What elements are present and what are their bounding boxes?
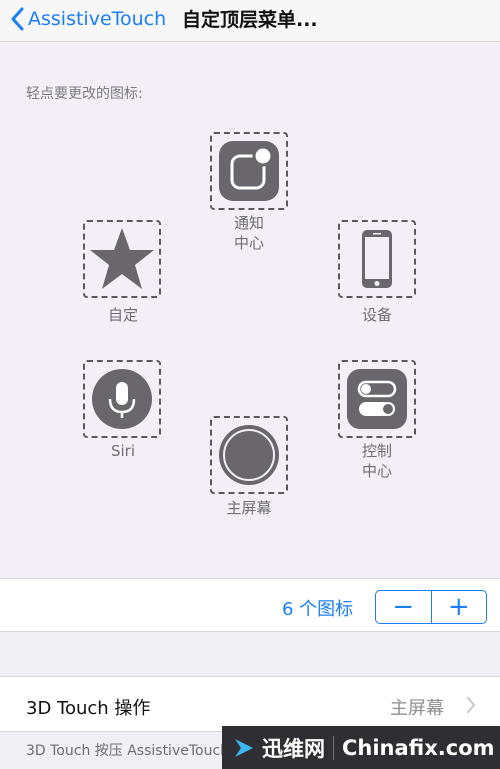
slot-label-notification-center: 通知 中心 <box>233 214 264 252</box>
watermark-site: Chinafix.com <box>342 735 495 760</box>
slot-label-device: 设备 <box>361 306 392 324</box>
slot-notification-center[interactable] <box>210 132 288 210</box>
notification-center-icon <box>219 141 279 201</box>
device-icon <box>362 230 392 288</box>
slot-custom[interactable] <box>83 220 161 298</box>
slot-label-home: 主屏幕 <box>226 499 272 517</box>
icon-count-stepper: − + <box>375 590 487 624</box>
slot-label-control-center: 控制 中心 <box>361 442 392 480</box>
watermark-brand: 迅维网 <box>262 736 325 761</box>
slot-device[interactable] <box>338 220 416 298</box>
brand-logo-icon <box>235 738 253 757</box>
footnote: 3D Touch 按压 AssistiveTouch <box>26 743 230 759</box>
control-center-icon <box>347 369 407 429</box>
editor-hint: 轻点要更改的图标: <box>26 86 143 102</box>
increment-button[interactable]: + <box>430 591 487 623</box>
back-label: AssistiveTouch <box>28 8 167 30</box>
icon-count-label: 6 个图标 <box>282 599 354 620</box>
slot-label-custom: 自定 <box>107 306 138 324</box>
icon-count-row: 6 个图标 − + <box>0 578 500 632</box>
watermark: 迅维网 Chinafix.com <box>222 726 500 769</box>
slot-control-center[interactable] <box>338 360 416 438</box>
watermark-separator <box>333 735 334 760</box>
back-button[interactable]: AssistiveTouch <box>10 3 166 35</box>
slot-home[interactable] <box>210 416 288 494</box>
icon-editor-panel: 轻点要更改的图标: 通知 中心 设备 自定 控制 中心 Siri 主屏幕 <box>0 43 500 578</box>
slot-siri[interactable] <box>83 360 161 438</box>
slot-label-siri: Siri <box>110 442 136 460</box>
3d-touch-label: 3D Touch 操作 <box>26 698 151 719</box>
chevron-right-icon <box>467 697 475 713</box>
page-title: 自定顶层菜单... <box>182 9 318 31</box>
3d-touch-action-row[interactable]: 3D Touch 操作 主屏幕 <box>0 676 500 732</box>
star-icon <box>90 228 154 289</box>
decrement-button[interactable]: − <box>376 591 431 623</box>
siri-icon <box>92 369 152 429</box>
nav-bar: AssistiveTouch 自定顶层菜单... <box>0 0 500 42</box>
3d-touch-value: 主屏幕 <box>390 698 444 719</box>
chevron-left-icon <box>11 7 24 31</box>
home-icon <box>219 425 279 485</box>
